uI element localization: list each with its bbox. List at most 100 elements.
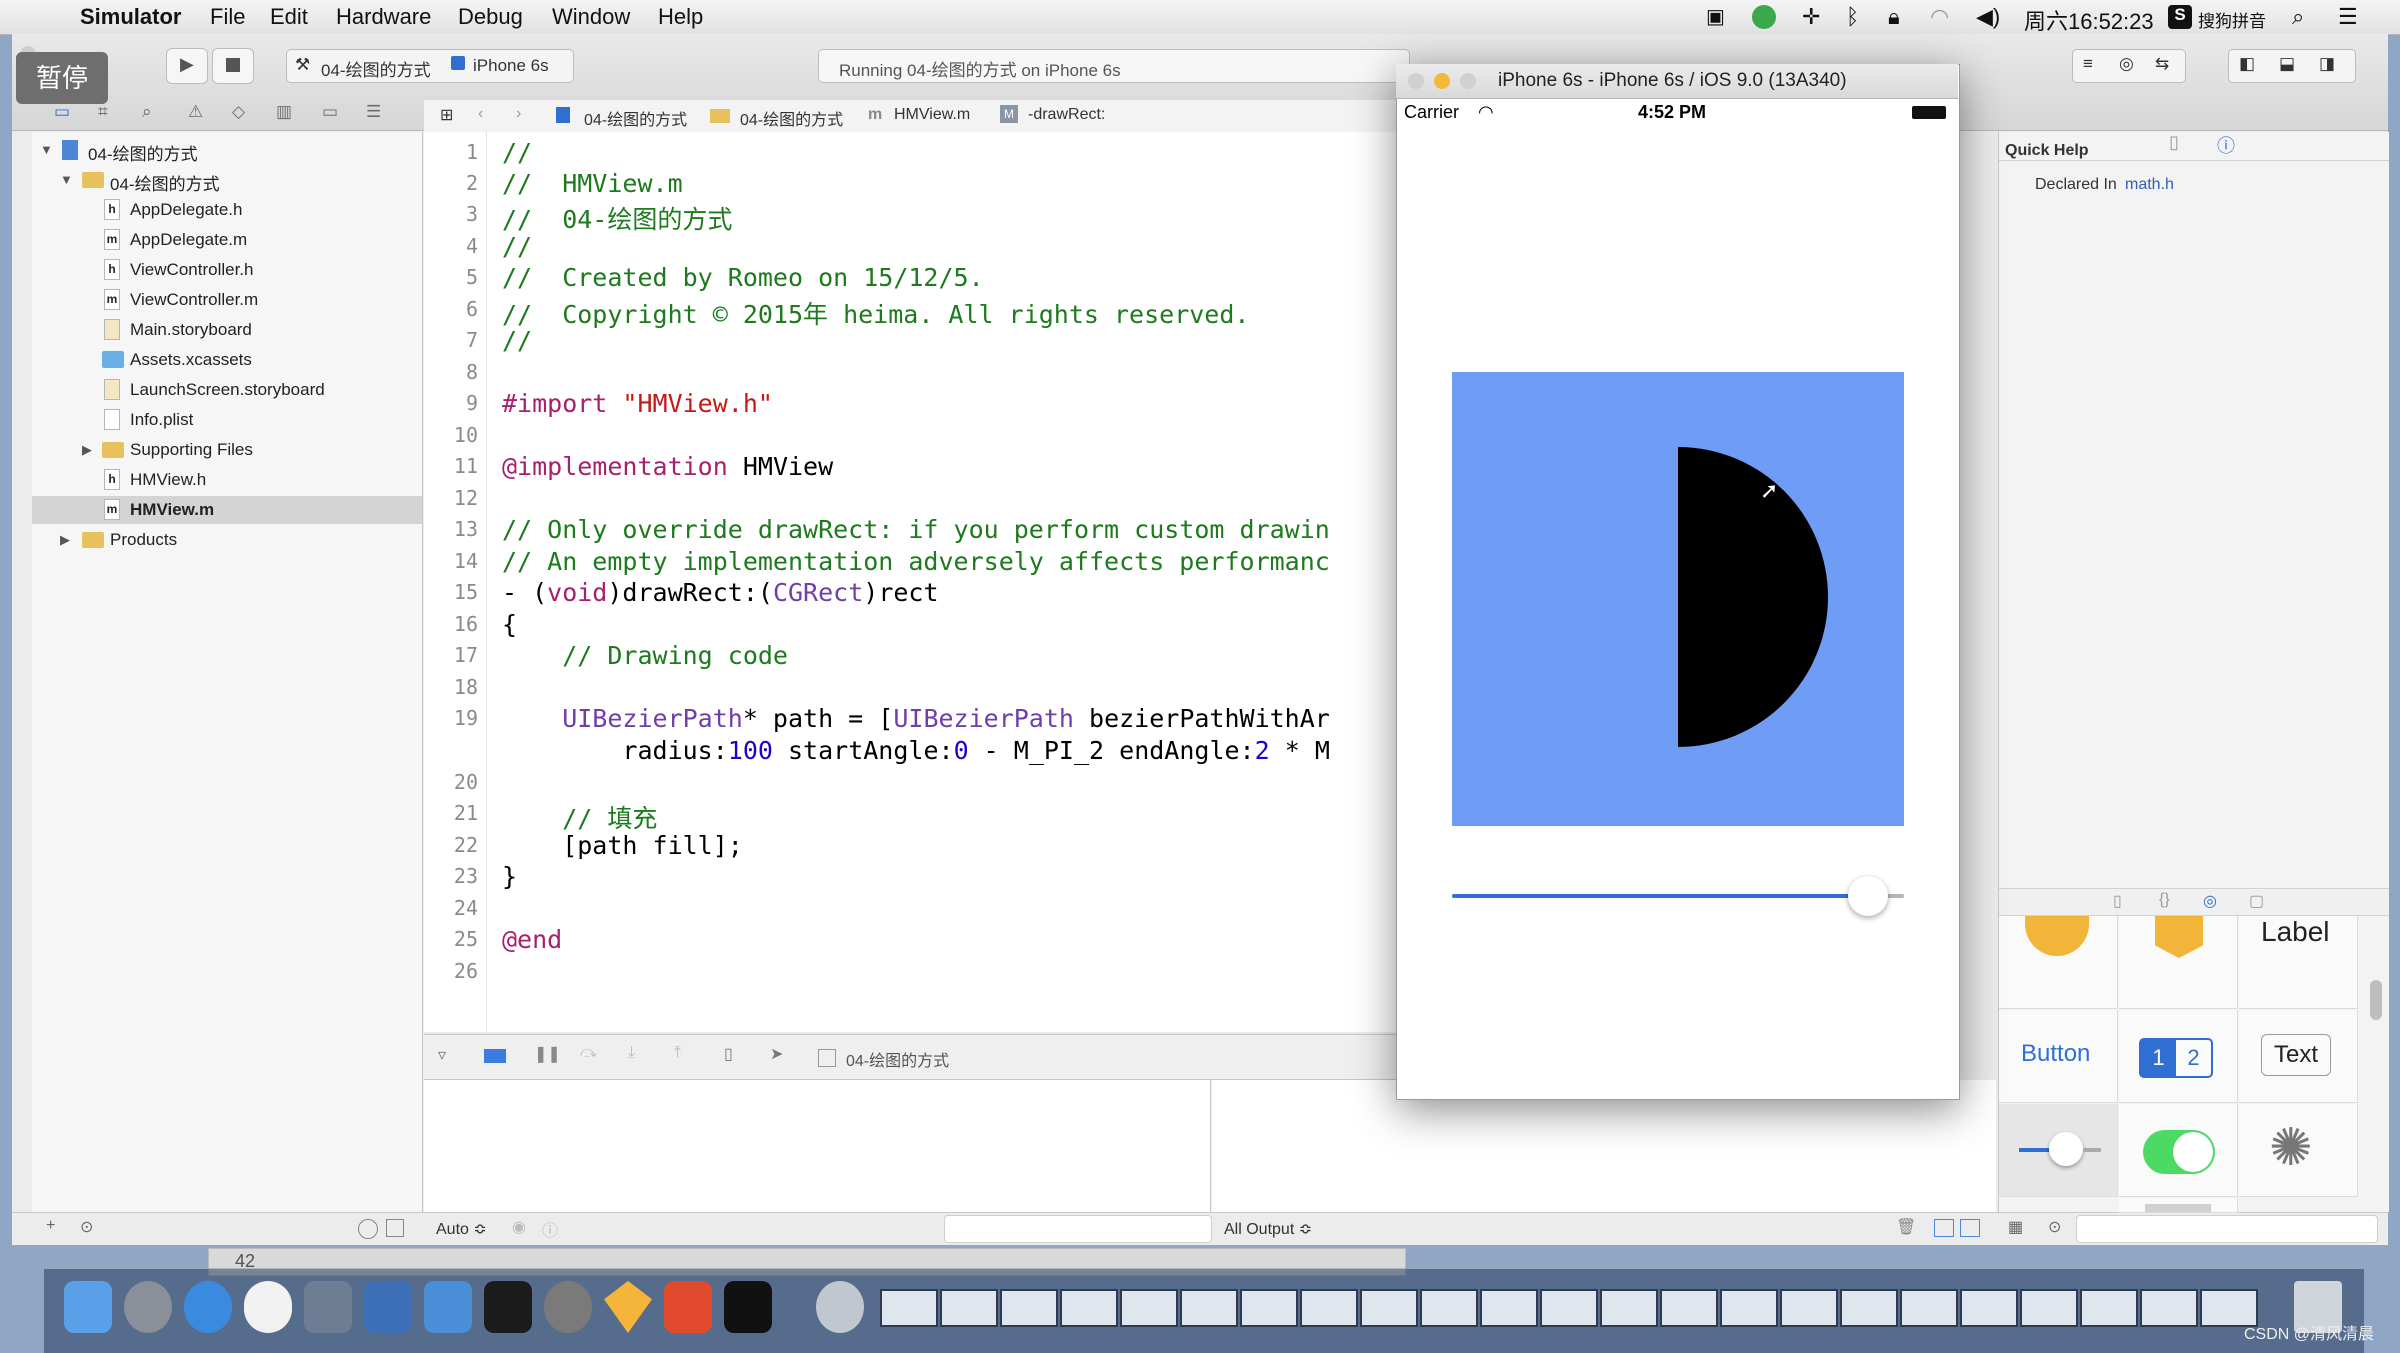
eye-icon[interactable]: ◉: [512, 1217, 526, 1237]
disclosure-closed-icon[interactable]: ▶: [60, 532, 70, 548]
project-navigator-icon[interactable]: ▭: [54, 102, 70, 122]
plus-icon[interactable]: ✛: [1802, 4, 1820, 30]
library-filter-field[interactable]: [2076, 1215, 2378, 1243]
minimized-window-thumb[interactable]: [2140, 1289, 2198, 1327]
split-right-icon[interactable]: [1960, 1219, 1980, 1237]
debug-area-toggle-icon[interactable]: ⬓: [2279, 54, 2295, 74]
recent-filter-icon[interactable]: ⊙: [80, 1217, 93, 1237]
pause-badge[interactable]: 暂停: [16, 52, 108, 104]
minimized-window-thumb[interactable]: [940, 1289, 998, 1327]
library-item-label[interactable]: Label: [2239, 916, 2358, 1009]
object-library-icon[interactable]: ◎: [2203, 891, 2217, 911]
minimized-window-thumb[interactable]: [1360, 1289, 1418, 1327]
stop-button[interactable]: [212, 48, 254, 84]
library-item-slider[interactable]: [1999, 1104, 2118, 1197]
scm-filter-icon[interactable]: [386, 1219, 404, 1237]
variables-view[interactable]: [424, 1080, 1211, 1212]
minimized-window-thumb[interactable]: [1840, 1289, 1898, 1327]
navigator-toggle-icon[interactable]: ◧: [2239, 54, 2255, 74]
menu-debug[interactable]: Debug: [458, 4, 523, 30]
grid-view-icon[interactable]: ▦: [2008, 1217, 2023, 1237]
lock-icon[interactable]: 🔒︎: [1888, 4, 1900, 30]
disclosure-open-icon[interactable]: ▼: [40, 142, 53, 157]
symbol-navigator-icon[interactable]: ⌗: [98, 102, 108, 122]
library-item-switch[interactable]: [2119, 1104, 2238, 1197]
step-over-icon[interactable]: ⤼: [580, 1044, 597, 1062]
notification-center-icon[interactable]: ☰: [2338, 4, 2358, 30]
jump-project[interactable]: 04-绘图的方式: [584, 106, 687, 130]
media-app-icon[interactable]: [816, 1281, 864, 1333]
menu-hardware[interactable]: Hardware: [336, 4, 431, 30]
minimized-window-thumb[interactable]: [1660, 1289, 1718, 1327]
safari-icon[interactable]: [184, 1281, 232, 1333]
output-select[interactable]: All Output ≎: [1224, 1219, 1312, 1239]
sketch-icon[interactable]: [604, 1281, 652, 1333]
input-method-label[interactable]: 搜狗拼音: [2198, 7, 2266, 32]
minimized-window-thumb[interactable]: [1120, 1289, 1178, 1327]
minimized-window-thumb[interactable]: [1300, 1289, 1358, 1327]
instruments-icon[interactable]: [424, 1281, 472, 1333]
minimized-window-thumb[interactable]: [1780, 1289, 1838, 1327]
find-navigator-icon[interactable]: ⌕: [142, 102, 152, 122]
library-filter-icon[interactable]: ⊙: [2048, 1217, 2061, 1237]
report-navigator-icon[interactable]: ☰: [366, 102, 381, 122]
auto-variables-select[interactable]: Auto ≎: [436, 1219, 487, 1239]
minimized-window-thumb[interactable]: [1540, 1289, 1598, 1327]
assistant-editor-icon[interactable]: ◎: [2119, 54, 2134, 74]
menu-clock[interactable]: 周六16:52:23: [2024, 4, 2154, 36]
view-debugger-icon[interactable]: ▯: [724, 1044, 733, 1064]
sim-close-button[interactable]: [1408, 73, 1424, 89]
file-inspector-icon[interactable]: ▯: [2169, 132, 2179, 153]
nav-item-assets[interactable]: Assets.xcassets: [32, 346, 422, 374]
screenflow-icon[interactable]: [304, 1281, 352, 1333]
launchpad-icon[interactable]: [124, 1281, 172, 1333]
ios-slider[interactable]: [1452, 868, 1904, 928]
library-item-av-player[interactable]: [1999, 916, 2118, 1009]
wifi-icon[interactable]: ◠: [1930, 4, 1949, 30]
minimized-window-thumb[interactable]: [2020, 1289, 2078, 1327]
trash-icon[interactable]: 🗑︎: [1896, 1217, 1916, 1237]
hide-debug-area-icon[interactable]: ▿: [438, 1045, 446, 1065]
nav-item-hmview-h[interactable]: h HMView.h: [32, 466, 422, 494]
media-library-icon[interactable]: ▢: [2249, 891, 2264, 911]
minimized-window-thumb[interactable]: [1480, 1289, 1538, 1327]
library-item-progress[interactable]: [2119, 1198, 2238, 1213]
quick-help-icon[interactable]: ⓘ: [2217, 132, 2235, 158]
back-arrow-icon[interactable]: ‹: [478, 105, 483, 123]
disclosure-open-icon[interactable]: ▼: [60, 172, 73, 187]
minimized-window-thumb[interactable]: [1000, 1289, 1058, 1327]
minimized-window-thumb[interactable]: [1420, 1289, 1478, 1327]
library-item-activity-indicator[interactable]: ✺: [2239, 1104, 2358, 1197]
add-file-icon[interactable]: +: [46, 1217, 55, 1235]
test-navigator-icon[interactable]: ◇: [232, 102, 245, 122]
system-preferences-icon[interactable]: [544, 1281, 592, 1333]
minimized-window-thumb[interactable]: [1600, 1289, 1658, 1327]
simulate-location-icon[interactable]: ➤: [770, 1044, 783, 1064]
library-item-segmented-control[interactable]: 1 2: [2119, 1010, 2238, 1103]
minimized-window-thumb[interactable]: [1900, 1289, 1958, 1327]
step-out-icon[interactable]: ⤒: [674, 1044, 681, 1062]
forward-arrow-icon[interactable]: ›: [516, 105, 521, 123]
volume-icon[interactable]: ◀): [1976, 4, 2000, 30]
nav-item-main-storyboard[interactable]: Main.storyboard: [32, 316, 422, 344]
library-item-text-field[interactable]: Text: [2239, 1010, 2358, 1103]
minimized-window-thumb[interactable]: [1240, 1289, 1298, 1327]
terminal-icon[interactable]: [484, 1281, 532, 1333]
run-button[interactable]: ▶: [166, 48, 208, 84]
finder-icon[interactable]: [64, 1281, 112, 1333]
info-icon[interactable]: ⓘ: [542, 1217, 558, 1241]
minimized-window-thumb[interactable]: [880, 1289, 938, 1327]
code-snippet-icon[interactable]: {}: [2159, 891, 2170, 909]
nav-item-viewcontroller-h[interactable]: h ViewController.h: [32, 256, 422, 284]
declared-in-link[interactable]: math.h: [2125, 176, 2174, 194]
nav-item-hmview-m[interactable]: m HMView.m: [32, 496, 422, 524]
nav-item-launchscreen[interactable]: LaunchScreen.storyboard: [32, 376, 422, 404]
breakpoint-navigator-icon[interactable]: ▭: [322, 102, 338, 122]
mouse-app-icon[interactable]: [244, 1281, 292, 1333]
menu-window[interactable]: Window: [552, 4, 630, 30]
nav-item-products[interactable]: ▶ Products: [32, 526, 422, 554]
disclosure-closed-icon[interactable]: ▶: [82, 442, 92, 458]
standard-editor-icon[interactable]: ≡: [2083, 54, 2093, 74]
jump-file[interactable]: HMView.m: [894, 106, 970, 124]
nav-item-supporting-files[interactable]: ▶ Supporting Files: [32, 436, 422, 464]
